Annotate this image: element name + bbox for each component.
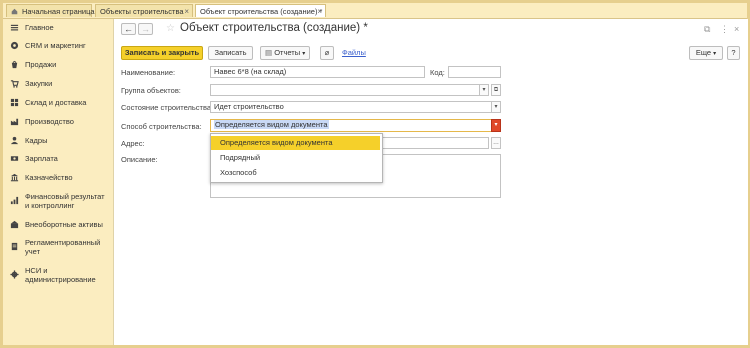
state-field[interactable]: Идет строительство bbox=[210, 101, 501, 113]
save-close-button[interactable]: Записать и закрыть bbox=[121, 46, 203, 60]
chevron-down-icon: ▾ bbox=[713, 51, 717, 57]
code-field[interactable] bbox=[448, 66, 501, 78]
sidebar-item-accounting[interactable]: Регламентированный учет bbox=[3, 238, 113, 256]
tabs-bar: Начальная страница Объекты строительства… bbox=[3, 3, 747, 19]
description-label: Описание: bbox=[121, 155, 158, 164]
accounting-icon bbox=[11, 242, 18, 251]
sidebar-item-label: Регламентированный учет bbox=[25, 238, 101, 256]
treasury-icon bbox=[10, 173, 19, 182]
sidebar-item-label: Внеоборотные активы bbox=[25, 220, 103, 229]
reports-label: Отчеты bbox=[274, 48, 301, 57]
sidebar-item-label: Кадры bbox=[25, 136, 48, 145]
sidebar-item-warehouse[interactable]: Склад и доставка bbox=[3, 98, 113, 107]
sidebar-item-admin[interactable]: НСИ и администрирование bbox=[3, 266, 113, 284]
sidebar-item-salary[interactable]: Зарплата bbox=[3, 154, 113, 163]
tab-objects[interactable]: Объекты строительства × bbox=[95, 4, 193, 17]
more-vert-icon[interactable]: ⋮ bbox=[720, 24, 729, 35]
group-dropdown-button[interactable]: ▾ bbox=[479, 84, 489, 96]
close-icon[interactable]: × bbox=[317, 5, 322, 18]
tab-label: Объект строительства (создание) * bbox=[200, 7, 323, 16]
save-button[interactable]: Записать bbox=[208, 46, 253, 60]
files-link[interactable]: Файлы bbox=[342, 48, 366, 57]
sidebar-item-assets[interactable]: Внеоборотные активы bbox=[3, 220, 113, 229]
sidebar-item-label: Склад и доставка bbox=[25, 98, 87, 107]
sidebar-item-purchases[interactable]: Закупки bbox=[3, 79, 113, 88]
help-button[interactable]: ? bbox=[727, 46, 740, 60]
method-field[interactable]: Определяется видом документа bbox=[210, 119, 501, 132]
name-field[interactable]: Навес 6*8 (на склад) bbox=[210, 66, 425, 78]
tab-home[interactable]: Начальная страница bbox=[6, 4, 95, 17]
group-field[interactable] bbox=[210, 84, 489, 96]
purchases-icon bbox=[10, 80, 19, 88]
tab-label: Начальная страница bbox=[22, 7, 95, 16]
sidebar-item-label: Продажи bbox=[25, 60, 57, 69]
main-panel: ← → ☆ Объект строительства (создание) * … bbox=[113, 19, 748, 345]
forward-button[interactable]: → bbox=[138, 23, 153, 35]
personnel-icon bbox=[10, 136, 19, 145]
tab-object-create[interactable]: Объект строительства (создание) * × bbox=[195, 4, 326, 17]
report-icon: ▤ bbox=[265, 48, 273, 57]
sales-icon bbox=[11, 60, 18, 69]
sidebar-item-label: Финансовый результат и контроллинг bbox=[25, 192, 105, 210]
tab-label: Объекты строительства bbox=[100, 7, 184, 16]
sidebar-item-sales[interactable]: Продажи bbox=[3, 60, 113, 69]
assets-icon bbox=[10, 220, 19, 229]
name-label: Наименование: bbox=[121, 68, 176, 77]
method-label: Способ строительства: bbox=[121, 122, 202, 131]
back-button[interactable]: ← bbox=[121, 23, 136, 35]
dropdown-option[interactable]: Определяется видом документа bbox=[211, 136, 380, 150]
sidebar-item-main[interactable]: Главное bbox=[3, 23, 113, 32]
finance-icon bbox=[10, 196, 19, 205]
dropdown-option[interactable]: Подрядный bbox=[211, 151, 380, 165]
sidebar-item-finance[interactable]: Финансовый результат и контроллинг bbox=[3, 192, 113, 210]
group-open-button[interactable]: ⧉ bbox=[491, 84, 501, 96]
crm-icon bbox=[10, 41, 19, 50]
attach-button[interactable]: ⌀ bbox=[320, 46, 334, 60]
hamburger-icon bbox=[10, 24, 19, 31]
sidebar-item-label: Казначейство bbox=[25, 173, 73, 182]
address-label: Адрес: bbox=[121, 139, 145, 148]
method-dropdown-button[interactable]: ▾ bbox=[491, 119, 501, 132]
method-dropdown-list: Определяется видом документа Подрядный Х… bbox=[210, 133, 383, 183]
reports-button[interactable]: ▤ Отчеты ▾ bbox=[260, 46, 310, 60]
sidebar-item-label: Производство bbox=[25, 117, 74, 126]
sidebar-item-crm[interactable]: CRM и маркетинг bbox=[3, 41, 113, 50]
production-icon bbox=[10, 118, 19, 126]
dropdown-option[interactable]: Хозспособ bbox=[211, 166, 380, 180]
close-icon[interactable]: × bbox=[184, 5, 189, 18]
method-value: Определяется видом документа bbox=[214, 120, 329, 129]
sidebar-item-label: Зарплата bbox=[25, 154, 58, 163]
more-label: Еще bbox=[695, 48, 712, 57]
home-icon bbox=[11, 8, 18, 15]
sidebar-item-label: Главное bbox=[25, 23, 54, 32]
code-label: Код: bbox=[430, 68, 445, 77]
paperclip-icon: ⌀ bbox=[324, 48, 330, 57]
sidebar-item-label: НСИ и администрирование bbox=[25, 266, 96, 284]
sidebar-item-personnel[interactable]: Кадры bbox=[3, 136, 113, 145]
chevron-down-icon: ▾ bbox=[302, 51, 306, 57]
warehouse-icon bbox=[10, 98, 19, 107]
close-icon[interactable]: × bbox=[734, 24, 739, 34]
sidebar: Главное CRM и маркетинг Продажи Закупки … bbox=[3, 19, 113, 345]
page-title: Объект строительства (создание) * bbox=[180, 22, 368, 34]
more-button[interactable]: Еще ▾ bbox=[689, 46, 723, 60]
sidebar-item-label: CRM и маркетинг bbox=[25, 41, 86, 50]
gear-icon bbox=[10, 270, 19, 279]
state-label: Состояние строительства: bbox=[121, 103, 214, 112]
sidebar-item-production[interactable]: Производство bbox=[3, 117, 113, 126]
star-icon[interactable]: ☆ bbox=[166, 23, 175, 34]
sidebar-item-treasury[interactable]: Казначейство bbox=[3, 173, 113, 182]
sidebar-item-label: Закупки bbox=[25, 79, 53, 88]
address-edit-button[interactable]: … bbox=[491, 137, 501, 149]
link-icon[interactable]: ⧉ bbox=[704, 24, 710, 35]
state-dropdown-button[interactable]: ▾ bbox=[491, 101, 501, 113]
group-label: Группа объектов: bbox=[121, 86, 181, 95]
salary-icon bbox=[10, 156, 19, 161]
